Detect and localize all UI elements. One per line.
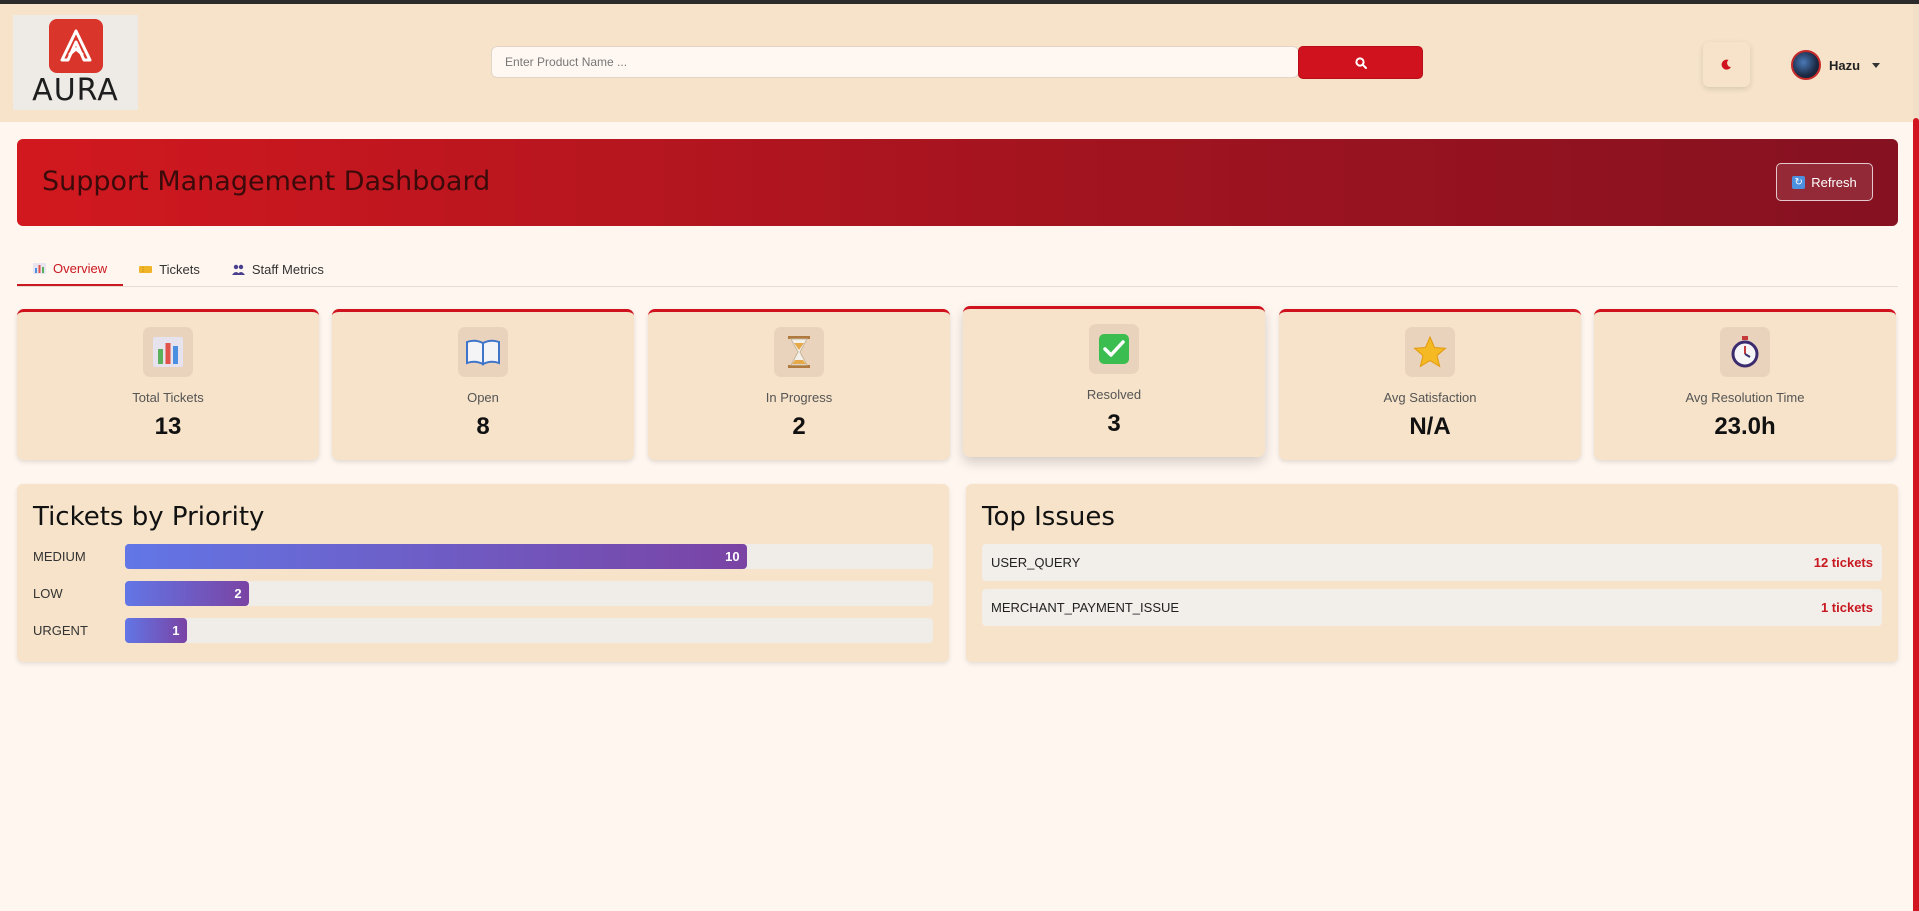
priority-label: MEDIUM [33,549,86,564]
open-book-icon [458,327,508,377]
logo-text: AURA [32,73,119,108]
priority-bar-track: 1 [125,618,933,643]
issue-count: 12 tickets [1813,555,1873,570]
tab-label: Tickets [159,261,200,277]
stat-label: Resolved [1086,387,1142,402]
priority-bar-value: 1 [172,623,180,638]
chevron-down-icon [1872,62,1881,68]
page-title: Support Management Dashboard [42,166,491,197]
stat-card-open: Open 8 [332,309,634,460]
issue-count: 1 tickets [1820,600,1873,615]
stat-label: Avg Resolution Time [1685,390,1805,405]
star-icon [1405,327,1455,377]
issue-name: MERCHANT_PAYMENT_ISSUE [991,600,1180,615]
stat-label: Total Tickets [132,390,204,405]
user-menu[interactable]: Hazu [1791,49,1881,81]
top-header: AURA Hazu [0,4,1919,122]
stat-value: 13 [154,413,182,440]
tab-label: Overview [53,260,108,276]
stat-value: 2 [792,413,806,440]
stat-label: Open [467,390,499,405]
refresh-icon: ↻ [1792,175,1806,189]
search-button[interactable] [1298,46,1423,79]
avatar [1791,50,1821,80]
stat-card-total-tickets: Total Tickets 13 [17,309,319,460]
top-issues-panel: Top Issues USER_QUERY 12 tickets MERCHAN… [966,484,1898,662]
stopwatch-icon [1720,327,1770,377]
stat-value: 23.0h [1714,413,1776,440]
priority-label: URGENT [33,623,88,638]
priority-bar-fill [125,581,250,606]
tab-overview[interactable]: Overview [17,252,124,286]
stat-label: Avg Satisfaction [1383,390,1477,405]
stat-value: 3 [1107,410,1121,437]
chart-icon [33,262,46,274]
tab-label: Staff Metrics [251,261,324,277]
search-input[interactable] [491,46,1299,78]
check-icon [1089,324,1139,374]
logo-mark-icon [48,19,103,73]
issue-name: USER_QUERY [991,555,1081,570]
moon-icon [1721,59,1731,70]
priority-row-urgent: URGENT 1 [33,618,933,643]
panel-title: Top Issues [982,502,1115,532]
priority-bar-value: 2 [234,586,242,601]
stat-card-resolved: Resolved 3 [963,306,1265,457]
issue-row[interactable]: MERCHANT_PAYMENT_ISSUE 1 tickets [982,589,1882,626]
ticket-icon [139,264,153,275]
issue-row[interactable]: USER_QUERY 12 tickets [982,544,1882,581]
scrollbar-thumb[interactable] [1913,118,1919,911]
priority-label: LOW [33,586,63,601]
scrollbar-track[interactable] [1913,4,1919,911]
priority-row-low: LOW 2 [33,581,933,606]
panel-title: Tickets by Priority [33,502,265,532]
hourglass-icon [774,327,824,377]
priority-bar-track: 2 [125,581,933,606]
tab-tickets[interactable]: Tickets [123,252,216,286]
theme-toggle-button[interactable] [1703,42,1750,87]
priority-bar-track: 10 [125,544,933,569]
priority-bar-value: 10 [725,549,740,564]
stat-card-avg-satisfaction: Avg Satisfaction N/A [1279,309,1581,460]
refresh-label: Refresh [1811,174,1857,190]
stat-value: 8 [476,413,490,440]
refresh-button[interactable]: ↻ Refresh [1776,163,1873,201]
aura-logo[interactable]: AURA [13,15,138,110]
user-name: Hazu [1829,57,1861,73]
stat-card-in-progress: In Progress 2 [648,309,950,460]
dashboard-banner: Support Management Dashboard ↻ Refresh [17,139,1898,226]
priority-panel: Tickets by Priority MEDIUM 10 LOW 2 URGE… [17,484,949,662]
stat-card-avg-resolution-time: Avg Resolution Time 23.0h [1594,309,1896,460]
tab-staff-metrics[interactable]: Staff Metrics [216,252,340,286]
tab-bar: Overview Tickets Staff Metrics [17,252,1898,287]
search-icon [1354,56,1367,69]
people-icon [231,264,245,275]
stat-label: In Progress [765,390,833,405]
priority-row-medium: MEDIUM 10 [33,544,933,569]
priority-bar-fill [125,544,748,569]
bar-chart-icon [143,327,193,377]
stat-value: N/A [1409,413,1451,440]
